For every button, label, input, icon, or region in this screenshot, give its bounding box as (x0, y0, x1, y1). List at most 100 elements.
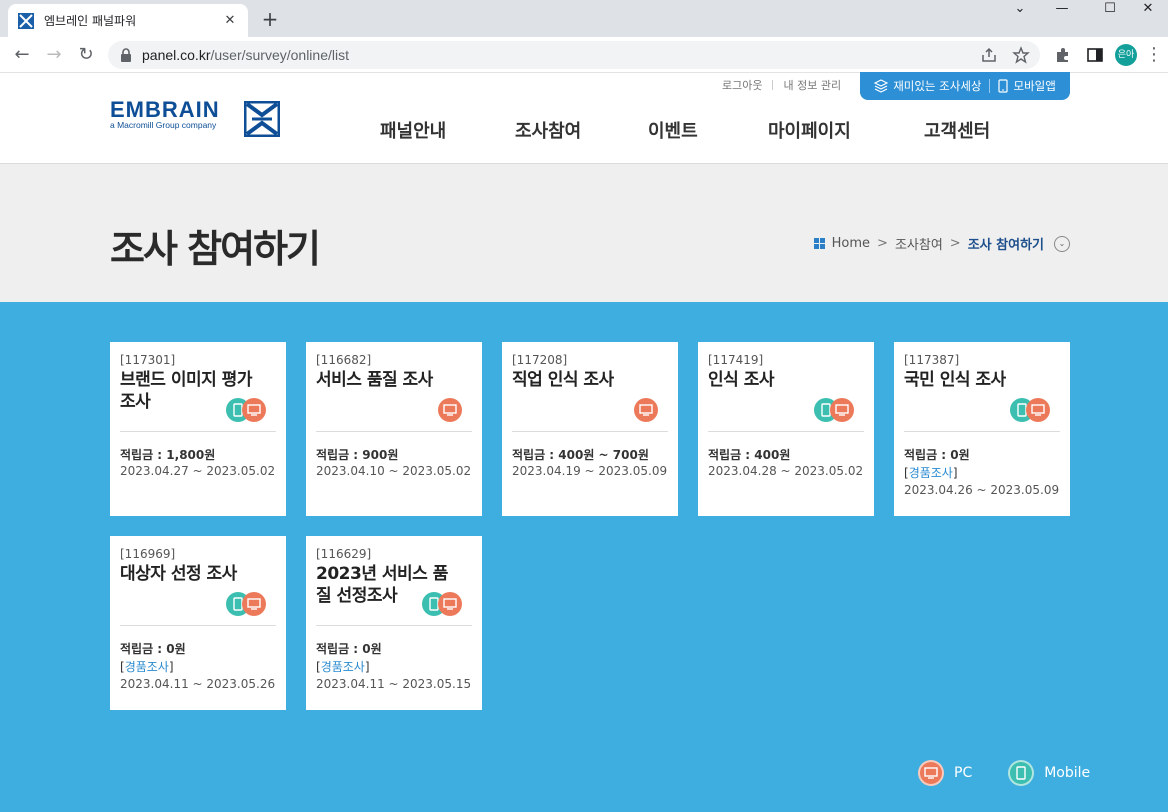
browser-toolbar: ← → ↻ panel.co.kr/user/survey/online/lis… (0, 37, 1168, 73)
divider (512, 431, 668, 432)
divider (989, 79, 991, 93)
divider (316, 431, 472, 432)
prize-survey-tag: [경품조사] (316, 660, 370, 674)
address-bar[interactable]: panel.co.kr/user/survey/online/list (108, 41, 1040, 69)
forward-icon[interactable]: → (44, 45, 64, 65)
breadcrumb-separator: > (877, 236, 888, 251)
maximize-icon[interactable]: ☐ (1090, 0, 1130, 20)
side-panel-icon[interactable] (1086, 46, 1104, 64)
utility-banner: 재미있는 조사세상 모바일앱 (860, 72, 1070, 100)
device-badges (226, 592, 266, 616)
nav-event[interactable]: 이벤트 (648, 117, 698, 143)
extensions-puzzle-icon[interactable] (1054, 46, 1072, 64)
survey-id: [117208] (512, 353, 568, 367)
device-badges (438, 398, 462, 422)
site-header: EMBRAIN a Macromill Group company 로그아웃 내… (0, 72, 1168, 164)
nav-panel-info[interactable]: 패널안내 (380, 117, 446, 143)
nav-customer-center[interactable]: 고객센터 (924, 117, 990, 143)
breadcrumb-current: 조사 참여하기 (967, 238, 1044, 253)
lock-icon (121, 48, 131, 62)
prize-survey-tag: [경품조사] (904, 466, 958, 480)
home-grid-icon (813, 238, 825, 249)
chevron-down-icon[interactable]: ⌄ (1054, 235, 1070, 252)
survey-title[interactable]: 직업 인식 조사 (512, 369, 644, 391)
divider (708, 431, 864, 432)
browser-tab[interactable]: 엠브레인 패널파워 ✕ (8, 4, 248, 37)
survey-period: 2023.04.26 ~ 2023.05.09 (904, 483, 1060, 497)
survey-title[interactable]: 국민 인식 조사 (904, 369, 1036, 391)
survey-period: 2023.04.11 ~ 2023.05.26 (120, 677, 276, 691)
survey-reward: 적립금 : 0원 (904, 448, 970, 462)
my-info-link[interactable]: 내 정보 관리 (783, 77, 841, 93)
page-title: 조사 참여하기 (110, 227, 321, 271)
survey-id: [116629] (316, 547, 372, 561)
survey-id: [117419] (708, 353, 764, 367)
breadcrumb-survey[interactable]: 조사참여 (895, 234, 943, 253)
device-badges (226, 398, 266, 422)
survey-title[interactable]: 대상자 선정 조사 (120, 563, 252, 585)
pc-icon (830, 398, 854, 422)
main-navigation: 패널안내 조사참여 이벤트 마이페이지 고객센터 (0, 117, 1168, 143)
survey-card[interactable]: [116969] 대상자 선정 조사적립금 : 0원 [경품조사] 2023.04.1… (110, 536, 286, 710)
survey-id: [116969] (120, 547, 176, 561)
divider (316, 625, 472, 626)
device-badges (422, 592, 462, 616)
pc-icon (438, 398, 462, 422)
utility-links: 로그아웃 내 정보 관리 (722, 77, 841, 93)
mobile-icon (1008, 760, 1035, 786)
survey-title[interactable]: 서비스 품질 조사 (316, 369, 448, 391)
survey-reward: 적립금 : 400원 ~ 700원 (512, 448, 649, 462)
pc-icon (242, 398, 266, 422)
survey-card[interactable]: [117387] 국민 인식 조사 적립금 : 0원 [경품조사] 2023.04.26… (894, 342, 1070, 516)
survey-card[interactable]: [116682] 서비스 품질 조사 적립금 : 900원 2023.04.10 ~ … (306, 342, 482, 516)
bookmark-star-icon[interactable] (1012, 46, 1030, 64)
new-tab-icon[interactable]: + (260, 8, 280, 30)
window-close-icon[interactable]: ✕ (1128, 0, 1168, 20)
fun-survey-link[interactable]: 재미있는 조사세상 (874, 78, 981, 94)
browser-tabstrip: 엠브레인 패널파워 ✕ + ⌄ — ☐ ✕ (0, 0, 1168, 37)
survey-card[interactable]: [117208] 직업 인식 조사 적립금 : 400원 ~ 700원 2023.04… (502, 342, 678, 516)
device-badges (634, 398, 658, 422)
survey-card[interactable]: [117419] 인식 조사적립금 : 400원 2023.04.28 ~ 2023… (698, 342, 874, 516)
divider (120, 625, 276, 626)
breadcrumb-home[interactable]: Home (832, 236, 870, 251)
nav-survey[interactable]: 조사참여 (515, 117, 581, 143)
survey-period: 2023.04.11 ~ 2023.05.15 (316, 677, 472, 691)
url-text: panel.co.kr/user/survey/online/list (142, 47, 349, 63)
breadcrumb: Home > 조사참여 > 조사 참여하기 ⌄ (813, 234, 1070, 253)
reload-icon[interactable]: ↻ (76, 45, 96, 65)
divider (120, 431, 276, 432)
embrain-favicon-icon (18, 12, 34, 29)
logout-link[interactable]: 로그아웃 (722, 77, 762, 93)
back-icon[interactable]: ← (12, 45, 32, 65)
smartphone-icon (998, 79, 1009, 93)
nav-mypage[interactable]: 마이페이지 (768, 117, 851, 143)
share-icon[interactable] (980, 46, 998, 64)
layers-icon (874, 79, 889, 93)
survey-reward: 적립금 : 400원 (708, 448, 791, 462)
survey-reward: 적립금 : 1,800원 (120, 448, 216, 462)
minimize-icon[interactable]: — (1042, 0, 1082, 20)
survey-id: [117301] (120, 353, 176, 367)
close-tab-icon[interactable]: ✕ (222, 13, 238, 28)
tab-title: 엠브레인 패널파워 (44, 14, 137, 28)
survey-period: 2023.04.28 ~ 2023.05.02 (708, 464, 864, 478)
survey-reward: 적립금 : 900원 (316, 448, 399, 462)
pc-icon (918, 760, 944, 786)
survey-reward: 적립금 : 0원 (120, 642, 186, 656)
profile-avatar[interactable]: 은아 (1115, 44, 1137, 66)
pc-icon (242, 592, 266, 616)
more-menu-icon[interactable]: ⋮ (1144, 45, 1164, 65)
survey-card[interactable]: [116629] 2023년 서비스 품질 선정조사 적립금 : 0원 [경품조사] 2… (306, 536, 482, 710)
chevron-down-icon[interactable]: ⌄ (1000, 0, 1040, 20)
breadcrumb-separator: > (949, 236, 961, 251)
survey-title[interactable]: 인식 조사 (708, 369, 840, 391)
survey-period: 2023.04.27 ~ 2023.05.02 (120, 464, 276, 478)
survey-card[interactable]: [117301] 브랜드 이미지 평가 조사 적립금 : 1,800원 2023.04… (110, 342, 286, 516)
legend-pc-label: PC (954, 765, 973, 781)
device-badges (1010, 398, 1050, 422)
prize-survey-tag: [경품조사] (120, 660, 174, 674)
survey-reward: 적립금 : 0원 (316, 642, 382, 656)
mobile-app-link[interactable]: 모바일앱 (998, 78, 1056, 94)
pc-icon (1026, 398, 1050, 422)
